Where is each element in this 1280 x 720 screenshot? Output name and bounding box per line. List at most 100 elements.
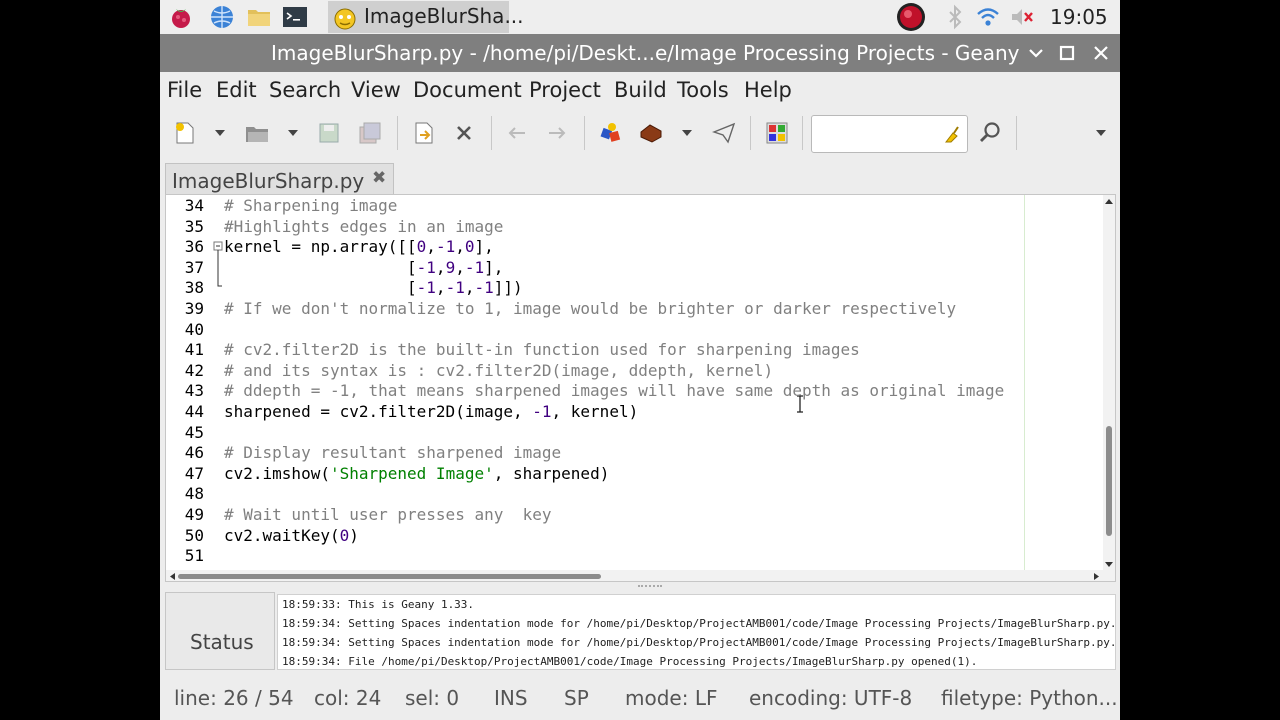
tab-imageblursharp[interactable]: ImageBlurSharp.py ✖ <box>165 163 394 195</box>
folder-icon[interactable] <box>246 4 272 30</box>
search-input[interactable] <box>811 115 968 153</box>
code-token: #Highlights edges in an image <box>224 216 504 236</box>
code-token: -1 <box>474 278 494 298</box>
code-line[interactable]: kernel = np.array([[0,-1,0], <box>224 236 494 257</box>
line-number: 35 <box>184 216 204 236</box>
execute-icon[interactable] <box>711 120 737 146</box>
save-icon[interactable] <box>316 120 342 146</box>
code-line[interactable]: # Display resultant sharpened image <box>224 442 561 463</box>
code-token: ], <box>484 257 504 277</box>
taskbar-label: ImageBlurSha... <box>364 4 524 28</box>
revert-icon[interactable] <box>411 120 437 146</box>
code-token: ], <box>474 237 494 257</box>
build-icon[interactable] <box>638 120 664 146</box>
toolbar-overflow-dropdown[interactable] <box>1096 130 1106 136</box>
toolbar <box>160 112 1120 154</box>
line-number: 50 <box>184 525 204 545</box>
menu-search[interactable]: Search <box>269 78 341 102</box>
vertical-scrollbar[interactable] <box>1103 195 1115 571</box>
menu-build[interactable]: Build <box>614 78 667 102</box>
window-titlebar[interactable]: ImageBlurSharp.py - /home/pi/Deskt...e/I… <box>160 34 1120 72</box>
wifi-icon[interactable] <box>975 4 1001 30</box>
terminal-icon[interactable] <box>282 4 308 30</box>
code-line[interactable]: [-1,9,-1], <box>224 257 503 278</box>
code-token: -1 <box>445 278 465 298</box>
close-file-icon[interactable] <box>451 120 477 146</box>
color-chooser-icon[interactable] <box>764 120 790 146</box>
compile-icon[interactable] <box>598 120 624 146</box>
scroll-left-icon[interactable] <box>168 572 176 581</box>
line-number: 37 <box>184 257 204 277</box>
toolbar-separator <box>750 116 751 150</box>
code-token: [ <box>224 257 417 277</box>
pane-splitter[interactable] <box>638 585 662 591</box>
bluetooth-icon[interactable] <box>942 4 968 30</box>
code-token: 'Sharpened Image' <box>329 463 494 483</box>
tab-close-icon[interactable]: ✖ <box>372 168 386 188</box>
code-line[interactable]: sharpened = cv2.filter2D(image, -1, kern… <box>224 401 638 422</box>
desktop-screen: ImageBlurSha... 19:05 ImageBlurSharp.py … <box>160 0 1120 720</box>
menu-view[interactable]: View <box>351 78 401 102</box>
new-file-dropdown[interactable] <box>215 130 225 136</box>
code-line[interactable]: #Highlights edges in an image <box>224 216 503 237</box>
scroll-right-icon[interactable] <box>1093 572 1101 581</box>
vertical-scroll-thumb[interactable] <box>1106 426 1112 536</box>
status-line: line: 26 / 54 <box>174 686 294 710</box>
code-line[interactable]: cv2.waitKey(0) <box>224 525 359 546</box>
code-line[interactable]: # and its syntax is : cv2.filter2D(image… <box>224 360 773 381</box>
code-token: # Wait until user presses any key <box>224 505 552 524</box>
code-token: cv2.imshow( <box>224 463 330 483</box>
fold-marker-icon[interactable] <box>212 240 224 288</box>
clear-icon[interactable] <box>942 124 962 144</box>
minimize-button[interactable] <box>1023 40 1049 66</box>
code-token: , <box>455 257 465 277</box>
forward-arrow-icon[interactable] <box>544 120 570 146</box>
code-line[interactable]: # If we don't normalize to 1, image woul… <box>224 298 956 319</box>
status-messages[interactable]: 18:59:33: This is Geany 1.33. 18:59:34: … <box>277 594 1116 670</box>
build-dropdown[interactable] <box>682 130 692 136</box>
code-line[interactable]: # Sharpening image <box>224 195 397 216</box>
raspberry-icon[interactable] <box>168 4 194 30</box>
menu-file[interactable]: File <box>167 78 202 102</box>
code-token: # ddepth = -1, that means sharpened imag… <box>224 381 1005 401</box>
open-file-icon[interactable] <box>244 120 270 146</box>
horizontal-scroll-thumb[interactable] <box>178 574 601 579</box>
clock[interactable]: 19:05 <box>1050 5 1108 29</box>
menu-edit[interactable]: Edit <box>216 78 257 102</box>
open-file-dropdown[interactable] <box>288 130 298 136</box>
status-indent: SP <box>564 686 589 710</box>
menu-tools[interactable]: Tools <box>677 78 729 102</box>
find-icon[interactable] <box>977 120 1003 146</box>
scroll-down-icon[interactable] <box>1104 561 1114 569</box>
maximize-button[interactable] <box>1054 40 1080 66</box>
tab-status[interactable]: Status <box>165 592 275 670</box>
code-area[interactable]: # Sharpening image #Highlights edges in a… <box>224 195 1104 571</box>
code-line[interactable]: [-1,-1,-1]]) <box>224 277 523 298</box>
code-token: # cv2.filter2D is the built-in function … <box>224 340 860 360</box>
close-button[interactable] <box>1088 40 1114 66</box>
horizontal-scrollbar[interactable] <box>166 570 1115 581</box>
back-arrow-icon[interactable] <box>504 120 530 146</box>
toolbar-separator <box>802 116 803 150</box>
record-icon[interactable] <box>896 2 926 32</box>
code-editor[interactable]: 34 35 36 37 38 39 40 41 42 43 44 45 46 47 48 49 50 51 # S… <box>165 194 1116 582</box>
scroll-up-icon[interactable] <box>1104 197 1114 205</box>
status-col: col: 24 <box>314 686 382 710</box>
volume-muted-icon[interactable] <box>1009 4 1035 30</box>
menu-project[interactable]: Project <box>529 78 601 102</box>
code-line[interactable]: # ddepth = -1, that means sharpened imag… <box>224 380 1004 401</box>
code-line[interactable]: cv2.imshow('Sharpened Image', sharpened) <box>224 463 609 484</box>
taskbar-geany-window[interactable]: ImageBlurSha... <box>328 1 524 33</box>
menu-document[interactable]: Document <box>413 78 522 102</box>
status-message: 18:59:33: This is Geany 1.33. <box>282 598 475 611</box>
code-line[interactable]: # Wait until user presses any key <box>224 504 552 525</box>
code-line[interactable]: # cv2.filter2D is the built-in function … <box>224 339 860 360</box>
status-filetype: filetype: Python... <box>941 686 1118 710</box>
geany-icon <box>334 8 356 30</box>
fold-margin[interactable] <box>212 195 224 571</box>
new-file-icon[interactable] <box>172 120 198 146</box>
globe-icon[interactable] <box>209 4 235 30</box>
save-all-icon[interactable] <box>357 120 383 146</box>
line-number-gutter: 34 35 36 37 38 39 40 41 42 43 44 45 46 47 48 49 50 51 <box>166 195 212 571</box>
menu-help[interactable]: Help <box>744 78 792 102</box>
